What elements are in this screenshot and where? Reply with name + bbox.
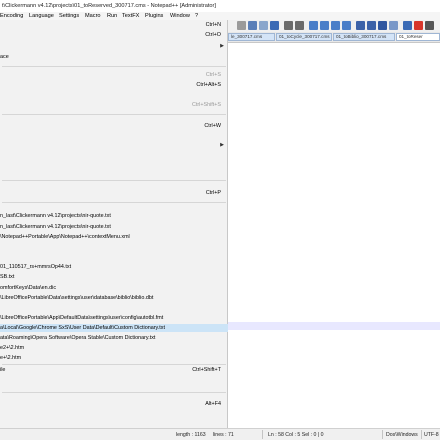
menu-separator xyxy=(2,364,226,365)
menu-separator xyxy=(2,114,226,115)
status-position: Ln : 58 Col : 5 Sel : 0 | 0 xyxy=(268,432,324,438)
zoom-in-icon[interactable] xyxy=(331,21,340,30)
shortcut-label: Ctrl+P xyxy=(205,190,221,196)
shortcut-label: Ctrl+Alt+S xyxy=(196,82,221,88)
shortcut-label: Alt+F4 xyxy=(205,401,221,407)
recent-file-item[interactable]: SB.txt xyxy=(0,273,228,281)
indent-guide-icon[interactable] xyxy=(403,21,412,30)
shortcut-label: Ctrl+Shift+T xyxy=(192,367,221,373)
recent-file-item[interactable]: \Notepad++Portable\App\Notepad++\context… xyxy=(0,233,228,241)
zoom-out-icon[interactable] xyxy=(342,21,351,30)
cut-icon[interactable] xyxy=(248,21,257,30)
recent-file-item[interactable]: n_last\Clickermann v4.12\projects\nir-qu… xyxy=(0,223,228,231)
menu-item-open-containing-folder[interactable]: ▶ xyxy=(0,42,228,50)
sync-horizontal-icon[interactable] xyxy=(367,21,376,30)
recent-file-item[interactable]: \LibreOfficePortable\App\DefaultData\set… xyxy=(0,314,228,322)
shortcut-label: Ctrl+S xyxy=(205,72,221,78)
menu-item-open[interactable]: Ctrl+O xyxy=(0,31,228,39)
menu-item-reload-workspace[interactable]: ace xyxy=(0,53,228,61)
tab-file-1[interactable]: le_300717.cms xyxy=(228,33,275,41)
editor-area[interactable] xyxy=(228,43,440,428)
menu-bar: Encoding Language Settings Macro Run Tex… xyxy=(0,12,440,20)
menu-run[interactable]: Run xyxy=(107,13,117,19)
paste-icon[interactable] xyxy=(270,21,279,30)
menu-item-exit[interactable]: Alt+F4 xyxy=(0,400,228,408)
menu-item-new[interactable]: Ctrl+N xyxy=(0,21,228,29)
recent-file-item-highlighted[interactable]: a\Local\Google\Chrome SxS\User Data\Defa… xyxy=(0,324,228,332)
play-macro-icon[interactable] xyxy=(425,21,434,30)
menu-item-close[interactable]: Ctrl+W xyxy=(0,122,228,130)
menu-item-save-as[interactable]: Ctrl+Alt+S xyxy=(0,81,228,89)
status-length: length : 1163 xyxy=(176,432,206,438)
toolbar xyxy=(228,20,440,32)
tab-file-3[interactable]: 01_toBiblio_300717.cms xyxy=(333,33,395,41)
status-eol: Dos\Windows xyxy=(386,432,418,438)
menu-plugins[interactable]: Plugins xyxy=(145,13,163,19)
close-all-icon[interactable] xyxy=(237,21,246,30)
recent-file-item[interactable]: ata\Roaming\Opera Software\Opera Stable\… xyxy=(0,334,228,342)
recent-file-item[interactable]: \LibreOfficePortable\Data\settings\user\… xyxy=(0,294,228,302)
menu-window[interactable]: Window xyxy=(170,13,190,19)
status-divider xyxy=(262,430,263,439)
show-all-characters-icon[interactable] xyxy=(389,21,398,30)
menu-language[interactable]: Language xyxy=(29,13,54,19)
status-lines: lines : 71 xyxy=(213,432,234,438)
menu-item-save[interactable]: Ctrl+S xyxy=(0,71,228,79)
replace-icon[interactable] xyxy=(320,21,329,30)
menu-macro[interactable]: Macro xyxy=(85,13,101,19)
menu-settings[interactable]: Settings xyxy=(59,13,79,19)
menu-item-close-more[interactable]: ▶ xyxy=(0,141,228,149)
shortcut-label: Ctrl+W xyxy=(204,123,221,129)
recent-file-item[interactable]: e+\2.htm xyxy=(0,354,228,362)
menu-separator xyxy=(2,66,226,67)
shortcut-label: Ctrl+N xyxy=(205,22,221,28)
window-title: t\Clickermann v4.12\projects\01_toReserv… xyxy=(2,3,216,9)
find-icon[interactable] xyxy=(309,21,318,30)
record-macro-icon[interactable] xyxy=(414,21,423,30)
file-menu-dropdown: Ctrl+N Ctrl+O ▶ ace Ctrl+S Ctrl+Alt+S Ct… xyxy=(0,20,228,428)
menu-help[interactable]: ? xyxy=(195,13,198,19)
menu-separator xyxy=(2,202,226,203)
menu-item-restore-recent-closed-file[interactable]: ile Ctrl+Shift+T xyxy=(0,366,228,374)
menu-separator xyxy=(2,392,226,393)
word-wrap-icon[interactable] xyxy=(378,21,387,30)
tab-file-2[interactable]: 01_toCycle_300717.cms xyxy=(276,33,332,41)
recent-file-item[interactable]: n_last\Clickermann v4.12\projects\nir-qu… xyxy=(0,212,228,220)
menu-encoding[interactable]: Encoding xyxy=(0,13,23,19)
status-divider xyxy=(382,430,383,439)
recent-file-item[interactable]: 01_110517_rs+mmrsOp44.txt xyxy=(0,263,228,271)
status-encoding: UTF-8 xyxy=(424,432,439,438)
menu-textfx[interactable]: TextFX xyxy=(122,13,139,19)
tab-bar: le_300717.cms 01_toCycle_300717.cms 01_t… xyxy=(228,32,440,43)
title-bar: t\Clickermann v4.12\projects\01_toReserv… xyxy=(0,0,440,12)
recent-file-item[interactable]: e2+\2.htm xyxy=(0,344,228,352)
undo-icon[interactable] xyxy=(284,21,293,30)
menu-item-print[interactable]: Ctrl+P xyxy=(0,189,228,197)
tab-file-4-active[interactable]: 01_toReser xyxy=(396,33,440,41)
redo-icon[interactable] xyxy=(295,21,304,30)
current-line-highlight xyxy=(228,322,440,330)
recent-file-item[interactable]: omfortKeys\Data\en.dic xyxy=(0,284,228,292)
chevron-right-icon: ▶ xyxy=(220,142,224,148)
chevron-right-icon: ▶ xyxy=(220,43,224,49)
sync-vertical-icon[interactable] xyxy=(356,21,365,30)
shortcut-label: Ctrl+O xyxy=(205,32,221,38)
shortcut-label: Ctrl+Shift+S xyxy=(191,102,221,108)
menu-item-save-all[interactable]: Ctrl+Shift+S xyxy=(0,101,228,109)
copy-icon[interactable] xyxy=(259,21,268,30)
menu-separator xyxy=(2,180,226,181)
status-divider xyxy=(421,430,422,439)
status-bar: length : 1163 lines : 71 Ln : 58 Col : 5… xyxy=(0,428,440,440)
